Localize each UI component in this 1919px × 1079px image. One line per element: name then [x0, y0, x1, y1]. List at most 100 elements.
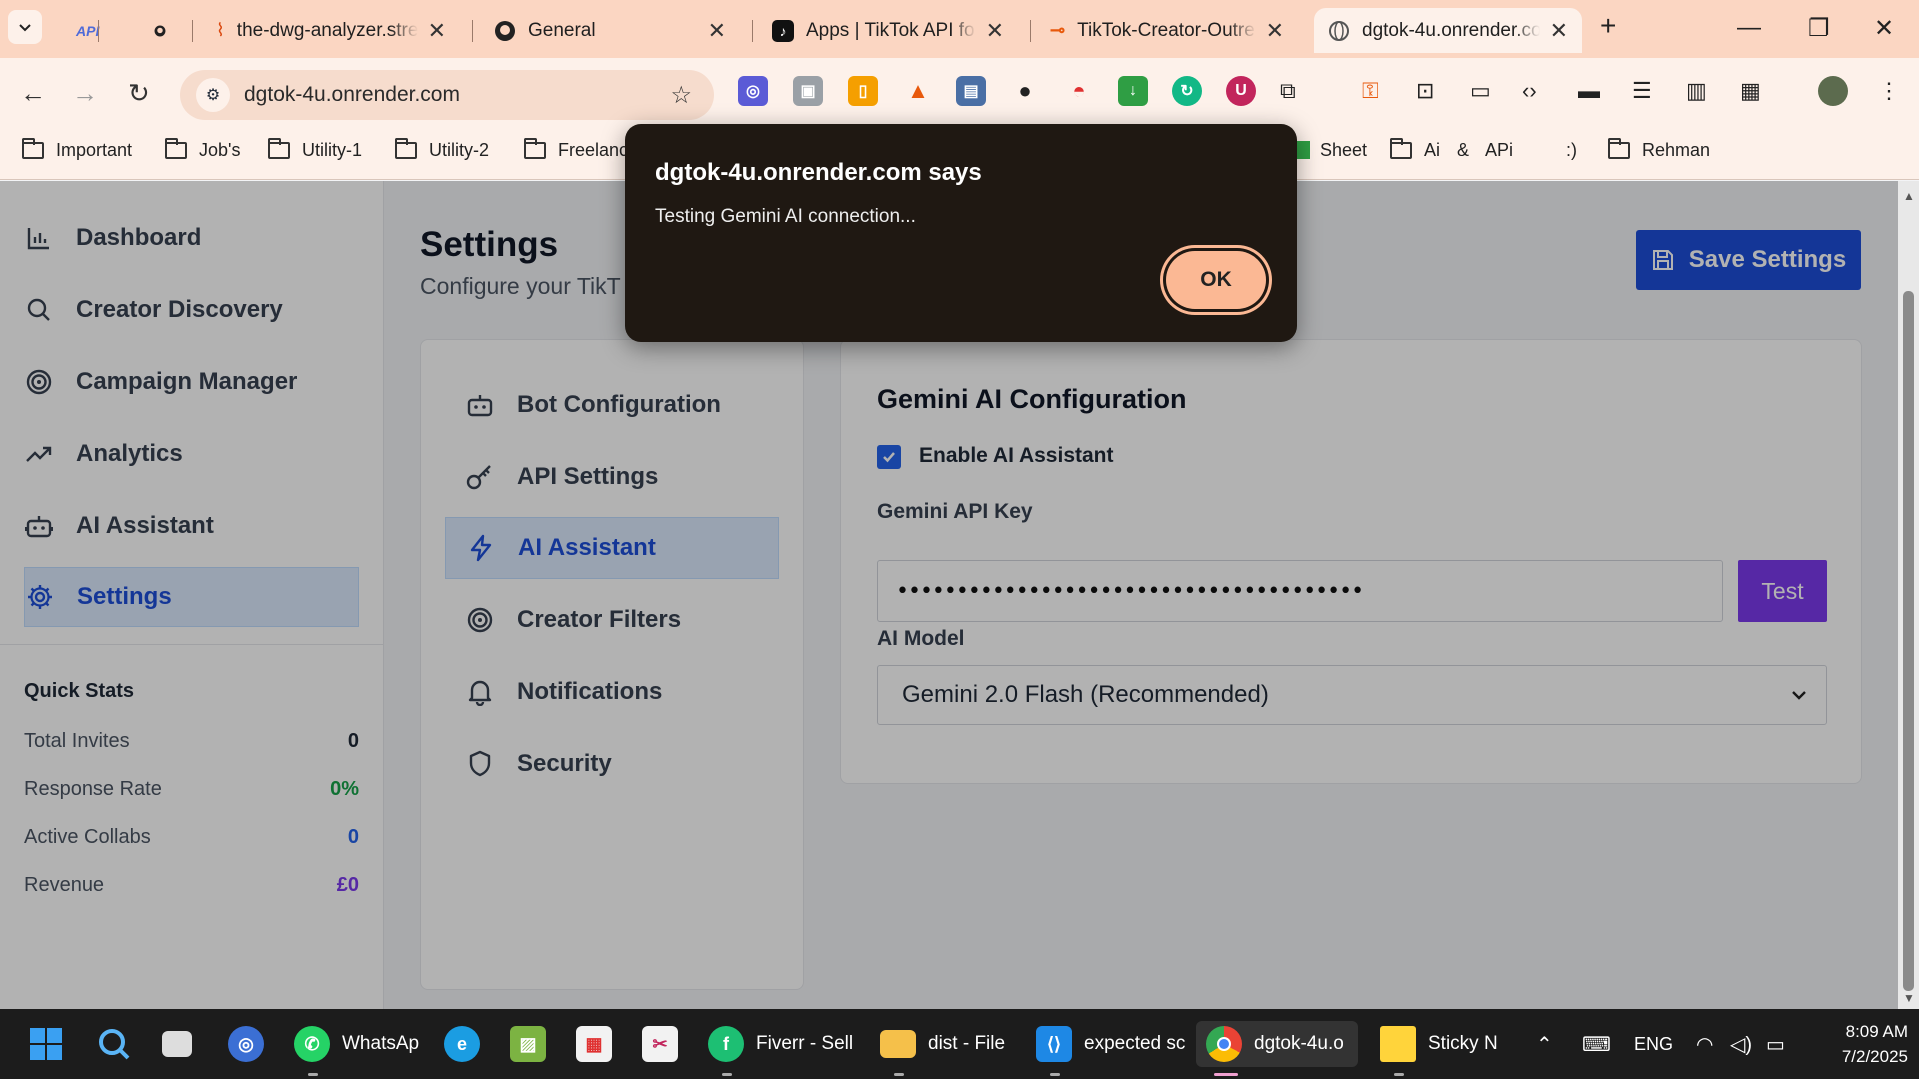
start-button[interactable] — [28, 1021, 64, 1067]
back-button[interactable]: ← — [20, 78, 46, 109]
tab-tiktok-api[interactable]: ♪ Apps | TikTok API for | ✕ — [758, 8, 1018, 53]
screenshot-icon[interactable]: ⊡ — [1416, 78, 1434, 104]
alert-dialog: dgtok-4u.onrender.com says Testing Gemin… — [625, 124, 1297, 342]
folder-icon — [268, 137, 290, 159]
bookmark-folder[interactable]: Important — [22, 130, 132, 170]
browser-tab-strip: API ⌇ the-dwg-analyzer.stre ✕ General ✕ … — [0, 0, 1919, 58]
search-icon — [99, 1029, 130, 1060]
bookmark-folder[interactable]: Ai & APi — [1390, 130, 1513, 170]
bookmark-smile[interactable]: :) — [1566, 130, 1577, 170]
close-tab-icon[interactable]: ✕ — [986, 18, 1004, 44]
tab-tiktok-creator[interactable]: ⊸ TikTok-Creator-Outre ✕ — [1036, 8, 1298, 53]
whatsapp-icon: ✆ — [294, 1026, 330, 1062]
bookmark-folder[interactable]: Utility-1 — [268, 130, 362, 170]
dialog-message: Testing Gemini AI connection... — [655, 206, 916, 227]
tab-dgtok-active[interactable]: dgtok-4u.onrender.co ✕ — [1314, 8, 1582, 53]
volume-icon[interactable]: ◁) — [1730, 1021, 1752, 1067]
wifi-icon[interactable]: ◠ — [1696, 1021, 1713, 1067]
browser-toolbar: ← → ↻ ⚙ dgtok-4u.onrender.com ☆ ◎ ▣ ▯ ▲ … — [0, 58, 1919, 130]
battery-icon[interactable]: ▭ — [1766, 1021, 1785, 1067]
clock[interactable]: 8:09 AM 7/2/2025 — [1808, 1019, 1908, 1069]
reading-list-icon[interactable]: ☰ — [1632, 78, 1652, 104]
page-scrollbar[interactable]: ▲ ▼ — [1898, 181, 1919, 1009]
taskbar-app-chrome[interactable]: dgtok-4u.o — [1196, 1021, 1358, 1076]
code-icon[interactable]: ‹› — [1522, 78, 1537, 104]
clock-time: 8:09 AM — [1845, 1022, 1908, 1041]
github-icon — [154, 25, 166, 36]
folder-icon — [1608, 137, 1630, 159]
reader-mode-icon[interactable]: ▥ — [1686, 78, 1707, 104]
taskbar-app-whatsapp[interactable]: ✆ WhatsAp — [294, 1021, 419, 1076]
bookmark-sheet[interactable]: Sheet — [1296, 130, 1367, 170]
keyboard-icon[interactable]: ⌨ — [1582, 1021, 1611, 1067]
tray-overflow-icon[interactable]: ⌃ — [1536, 1021, 1553, 1067]
extension-icon[interactable]: ▤ — [956, 76, 986, 106]
snipping-icon: ✂ — [642, 1026, 678, 1062]
vscode-icon: ⟨⟩ — [1036, 1026, 1072, 1062]
folder-icon — [880, 1030, 916, 1058]
bookmark-folder[interactable]: Rehman — [1608, 130, 1710, 170]
device-toggle-icon[interactable]: ▭ — [1470, 78, 1491, 104]
bookmark-star-icon[interactable]: ☆ — [670, 81, 692, 110]
tab-general[interactable]: General ✕ — [480, 8, 740, 53]
taskbar-app-explorer[interactable]: dist - File — [880, 1021, 1005, 1076]
tab-dwg-analyzer[interactable]: ⌇ the-dwg-analyzer.stre ✕ — [202, 8, 460, 53]
render-icon: ⊸ — [1050, 20, 1066, 40]
folder-icon — [165, 137, 187, 159]
menu-icon[interactable]: ⋮ — [1878, 78, 1900, 104]
language-indicator[interactable]: ENG — [1634, 1021, 1673, 1067]
taskbar-app-vscode[interactable]: ⟨⟩ expected sc — [1036, 1021, 1185, 1076]
tab-api[interactable]: API — [62, 8, 122, 53]
ok-button[interactable]: OK — [1166, 251, 1266, 309]
taskbar-app-copilot[interactable]: ◎ — [228, 1021, 264, 1067]
extension-icon[interactable]: ↻ — [1172, 76, 1202, 106]
extensions-puzzle-icon[interactable]: ⧉ — [1280, 78, 1296, 104]
extension-icon[interactable]: ◓ — [1064, 76, 1094, 106]
bookmark-folder[interactable]: Job's — [165, 130, 240, 170]
extension-icon[interactable]: ▲ — [903, 76, 933, 106]
extension-icon[interactable]: ◎ — [738, 76, 768, 106]
task-view-button[interactable] — [162, 1021, 192, 1067]
sheet-icon — [1296, 141, 1310, 159]
card-icon[interactable]: ▬ — [1578, 78, 1600, 104]
taskbar-search-button[interactable] — [96, 1021, 132, 1067]
dialog-title: dgtok-4u.onrender.com says — [655, 159, 982, 186]
fiverr-icon: f — [708, 1026, 744, 1062]
new-tab-button[interactable]: + — [1600, 10, 1616, 42]
extension-icon[interactable]: ● — [1010, 76, 1040, 106]
scrollbar-thumb[interactable] — [1903, 291, 1914, 991]
extension-icon[interactable]: U — [1226, 76, 1256, 106]
restore-button[interactable]: ❐ — [1808, 14, 1830, 43]
side-panel-icon[interactable]: ▦ — [1740, 78, 1761, 104]
clock-date: 7/2/2025 — [1841, 1047, 1908, 1066]
bookmark-folder[interactable]: Utility-2 — [395, 130, 489, 170]
avatar[interactable] — [1818, 76, 1848, 106]
site-info-icon[interactable]: ⚙ — [196, 78, 230, 112]
taskbar-app-photos[interactable]: ▨ — [510, 1021, 546, 1067]
extension-icon[interactable]: ↓ — [1118, 76, 1148, 106]
taskbar-app-fiverr[interactable]: f Fiverr - Sell — [708, 1021, 853, 1076]
taskbar-app-store[interactable]: ▦ — [576, 1021, 612, 1067]
forward-button[interactable]: → — [72, 78, 98, 109]
close-tab-icon[interactable]: ✕ — [428, 18, 446, 44]
taskbar-app-edge[interactable]: e — [444, 1021, 480, 1067]
reload-button[interactable]: ↻ — [128, 78, 150, 109]
github-icon — [495, 20, 515, 41]
folder-icon — [1390, 137, 1412, 159]
tab-github[interactable] — [140, 8, 180, 53]
extension-icon[interactable]: ▣ — [793, 76, 823, 106]
bookmark-folder[interactable]: Freelanc — [524, 130, 628, 170]
streamlit-icon: ⌇ — [216, 20, 225, 40]
tiktok-icon: ♪ — [772, 19, 794, 42]
extension-icon[interactable]: ▯ — [848, 76, 878, 106]
password-key-icon[interactable]: ⚿ — [1362, 78, 1379, 104]
taskbar-app-snipping[interactable]: ✂ — [642, 1021, 678, 1067]
close-tab-icon[interactable]: ✕ — [1550, 18, 1568, 44]
tab-search-button[interactable] — [8, 10, 42, 44]
close-tab-icon[interactable]: ✕ — [708, 18, 726, 44]
close-tab-icon[interactable]: ✕ — [1266, 18, 1284, 44]
address-bar[interactable]: ⚙ dgtok-4u.onrender.com ☆ — [180, 70, 714, 120]
close-window-button[interactable]: ✕ — [1874, 14, 1894, 43]
taskbar-app-sticky-notes[interactable]: Sticky N — [1380, 1021, 1498, 1076]
minimize-button[interactable]: — — [1737, 14, 1761, 42]
